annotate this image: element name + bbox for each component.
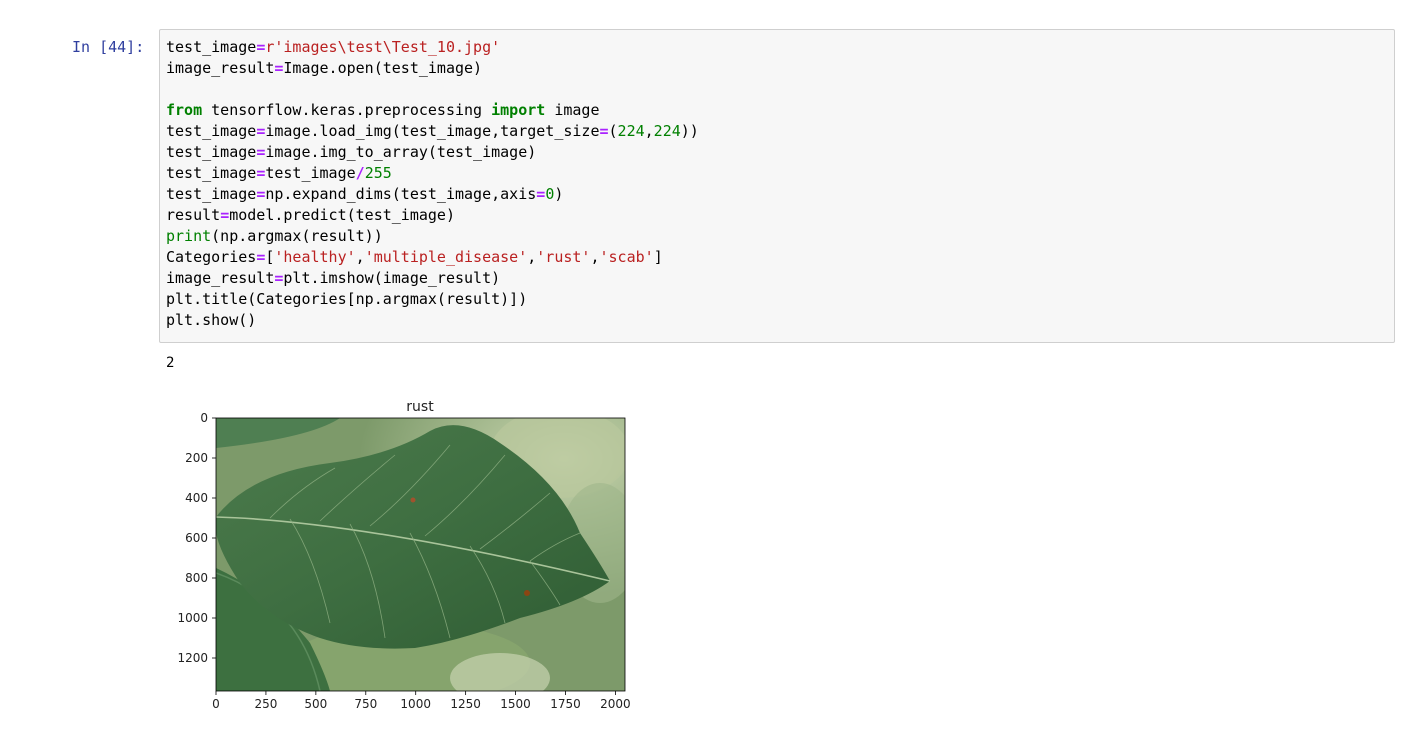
- y-tick-label: 0: [200, 411, 208, 425]
- x-tick-label: 750: [354, 697, 377, 711]
- stream-output: 2: [166, 355, 175, 371]
- x-tick-label: 0: [212, 697, 220, 711]
- y-tick-label: 1200: [177, 651, 208, 665]
- x-tick-label: 1000: [400, 697, 431, 711]
- x-tick-label: 1250: [450, 697, 481, 711]
- x-tick-label: 1750: [550, 697, 581, 711]
- code-editor[interactable]: test_image=r'images\test\Test_10.jpg' im…: [159, 29, 1395, 343]
- x-tick-label: 250: [254, 697, 277, 711]
- output-figure: rust 0 250 500 750 1000 1250 1500 1750 2000 02: [177, 399, 631, 711]
- x-tick-label: 1500: [500, 697, 531, 711]
- x-axis-ticks: 0 250 500 750 1000 1250 1500 1750 2000: [212, 691, 631, 711]
- leaf-photo: [216, 418, 625, 691]
- y-tick-label: 800: [185, 571, 208, 585]
- x-tick-label: 500: [304, 697, 327, 711]
- y-tick-label: 400: [185, 491, 208, 505]
- input-prompt: In [44]:: [72, 38, 145, 56]
- code-text[interactable]: test_image=r'images\test\Test_10.jpg' im…: [166, 37, 699, 331]
- y-tick-label: 1000: [177, 611, 208, 625]
- x-tick-label: 2000: [600, 697, 631, 711]
- plot-title: rust: [406, 399, 434, 415]
- y-tick-label: 600: [185, 531, 208, 545]
- y-axis-ticks: 0 200 400 600 800 1000 1200: [177, 411, 216, 665]
- y-tick-label: 200: [185, 451, 208, 465]
